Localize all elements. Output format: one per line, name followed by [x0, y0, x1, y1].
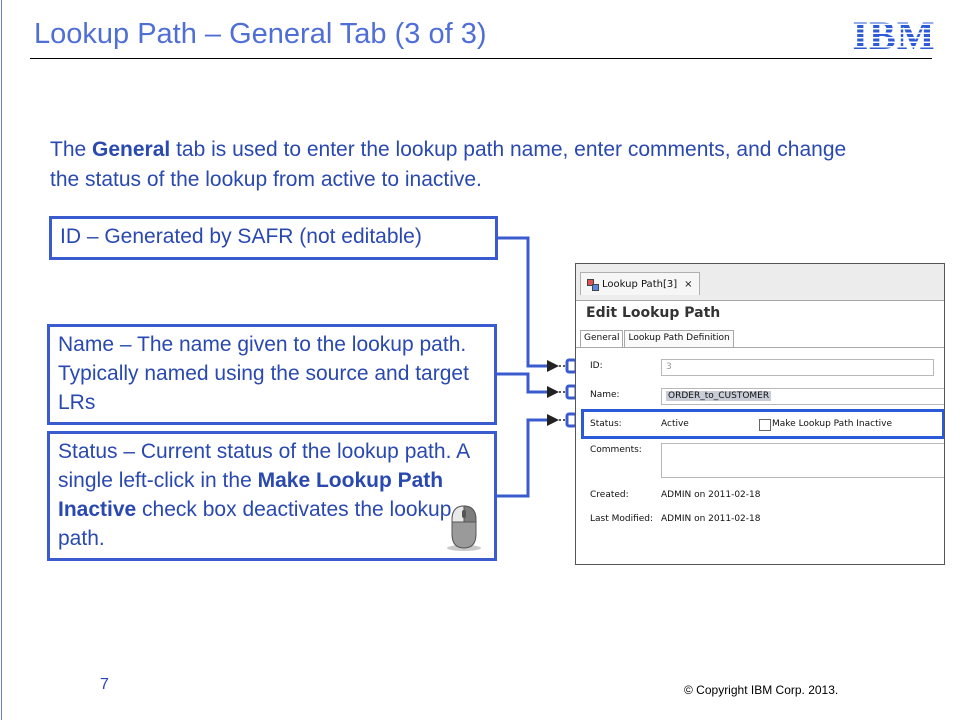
editor-subtabs: General Lookup Path Definition [580, 330, 735, 347]
editor-tab-label: Lookup Path[3] [602, 278, 678, 290]
status-value: Active [661, 419, 689, 429]
editor-tab-bar: Lookup Path[3] × [576, 264, 944, 301]
make-inactive-label[interactable]: Make Lookup Path Inactive [772, 419, 892, 429]
connector-name [497, 372, 548, 394]
make-inactive-checkbox[interactable] [759, 419, 771, 431]
comments-field[interactable] [661, 443, 944, 478]
lookup-path-editor-screenshot: Lookup Path[3] × Edit Lookup Path Genera… [575, 263, 945, 565]
comments-label: Comments: [590, 445, 642, 455]
connector-status [497, 418, 548, 498]
arrow-status [547, 414, 559, 426]
close-icon[interactable]: × [684, 279, 692, 290]
id-field: 3 [661, 359, 934, 376]
name-field[interactable]: ORDER_to_CUSTOMER [661, 388, 944, 405]
id-label: ID: [590, 361, 603, 371]
connector-id [498, 236, 548, 368]
last-modified-label: Last Modified: [590, 514, 654, 524]
arrow-name [547, 386, 559, 398]
tab-general[interactable]: General [580, 330, 624, 347]
page-number: 7 [100, 676, 109, 693]
name-value: ORDER_to_CUSTOMER [666, 391, 772, 401]
name-label: Name: [590, 390, 620, 400]
lookup-path-icon [587, 278, 599, 291]
subtab-divider [576, 347, 944, 348]
editor-heading: Edit Lookup Path [586, 305, 721, 321]
created-value: ADMIN on 2011-02-18 [661, 490, 761, 500]
status-label: Status: [590, 419, 622, 429]
tab-lookup-path-definition[interactable]: Lookup Path Definition [624, 330, 734, 347]
arrow-id [547, 360, 559, 372]
created-label: Created: [590, 490, 629, 500]
last-modified-value: ADMIN on 2011-02-18 [661, 514, 761, 524]
copyright-notice: © Copyright IBM Corp. 2013. [684, 683, 839, 697]
editor-tab-lookup-path[interactable]: Lookup Path[3] × [580, 272, 700, 295]
